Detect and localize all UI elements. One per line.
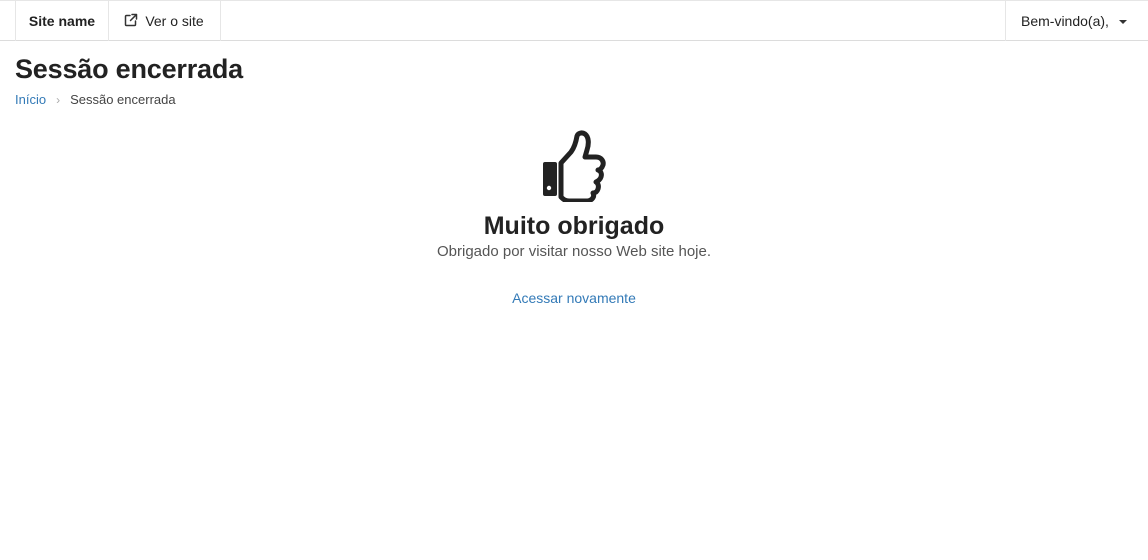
thanks-message: Obrigado por visitar nosso Web site hoje…: [436, 243, 712, 260]
view-site-label: Ver o site: [145, 13, 204, 29]
breadcrumb-current: Sessão encerrada: [70, 92, 176, 107]
site-name-link[interactable]: Site name: [15, 1, 109, 41]
thanks-heading: Muito obrigado: [483, 212, 665, 240]
logout-message-panel: Muito obrigado Obrigado por visitar noss…: [0, 130, 1148, 308]
external-link-icon: [124, 13, 138, 27]
breadcrumb-separator: ›: [56, 92, 61, 107]
page-title: Sessão encerrada: [15, 54, 243, 84]
breadcrumb: Início › Sessão encerrada: [15, 92, 176, 107]
user-greeting: Bem-vindo(a),: [1021, 13, 1109, 29]
thumbs-up-icon: [0, 130, 1148, 202]
caret-down-icon: [1119, 20, 1127, 24]
user-menu-dropdown[interactable]: Bem-vindo(a),: [1005, 1, 1148, 41]
relogin-link[interactable]: Acessar novamente: [512, 290, 636, 306]
top-navbar: Site name Ver o site Bem-vindo(a),: [0, 0, 1148, 41]
view-site-link[interactable]: Ver o site: [108, 1, 221, 41]
site-name-label: Site name: [28, 13, 96, 29]
breadcrumb-home-link[interactable]: Início: [15, 92, 46, 107]
